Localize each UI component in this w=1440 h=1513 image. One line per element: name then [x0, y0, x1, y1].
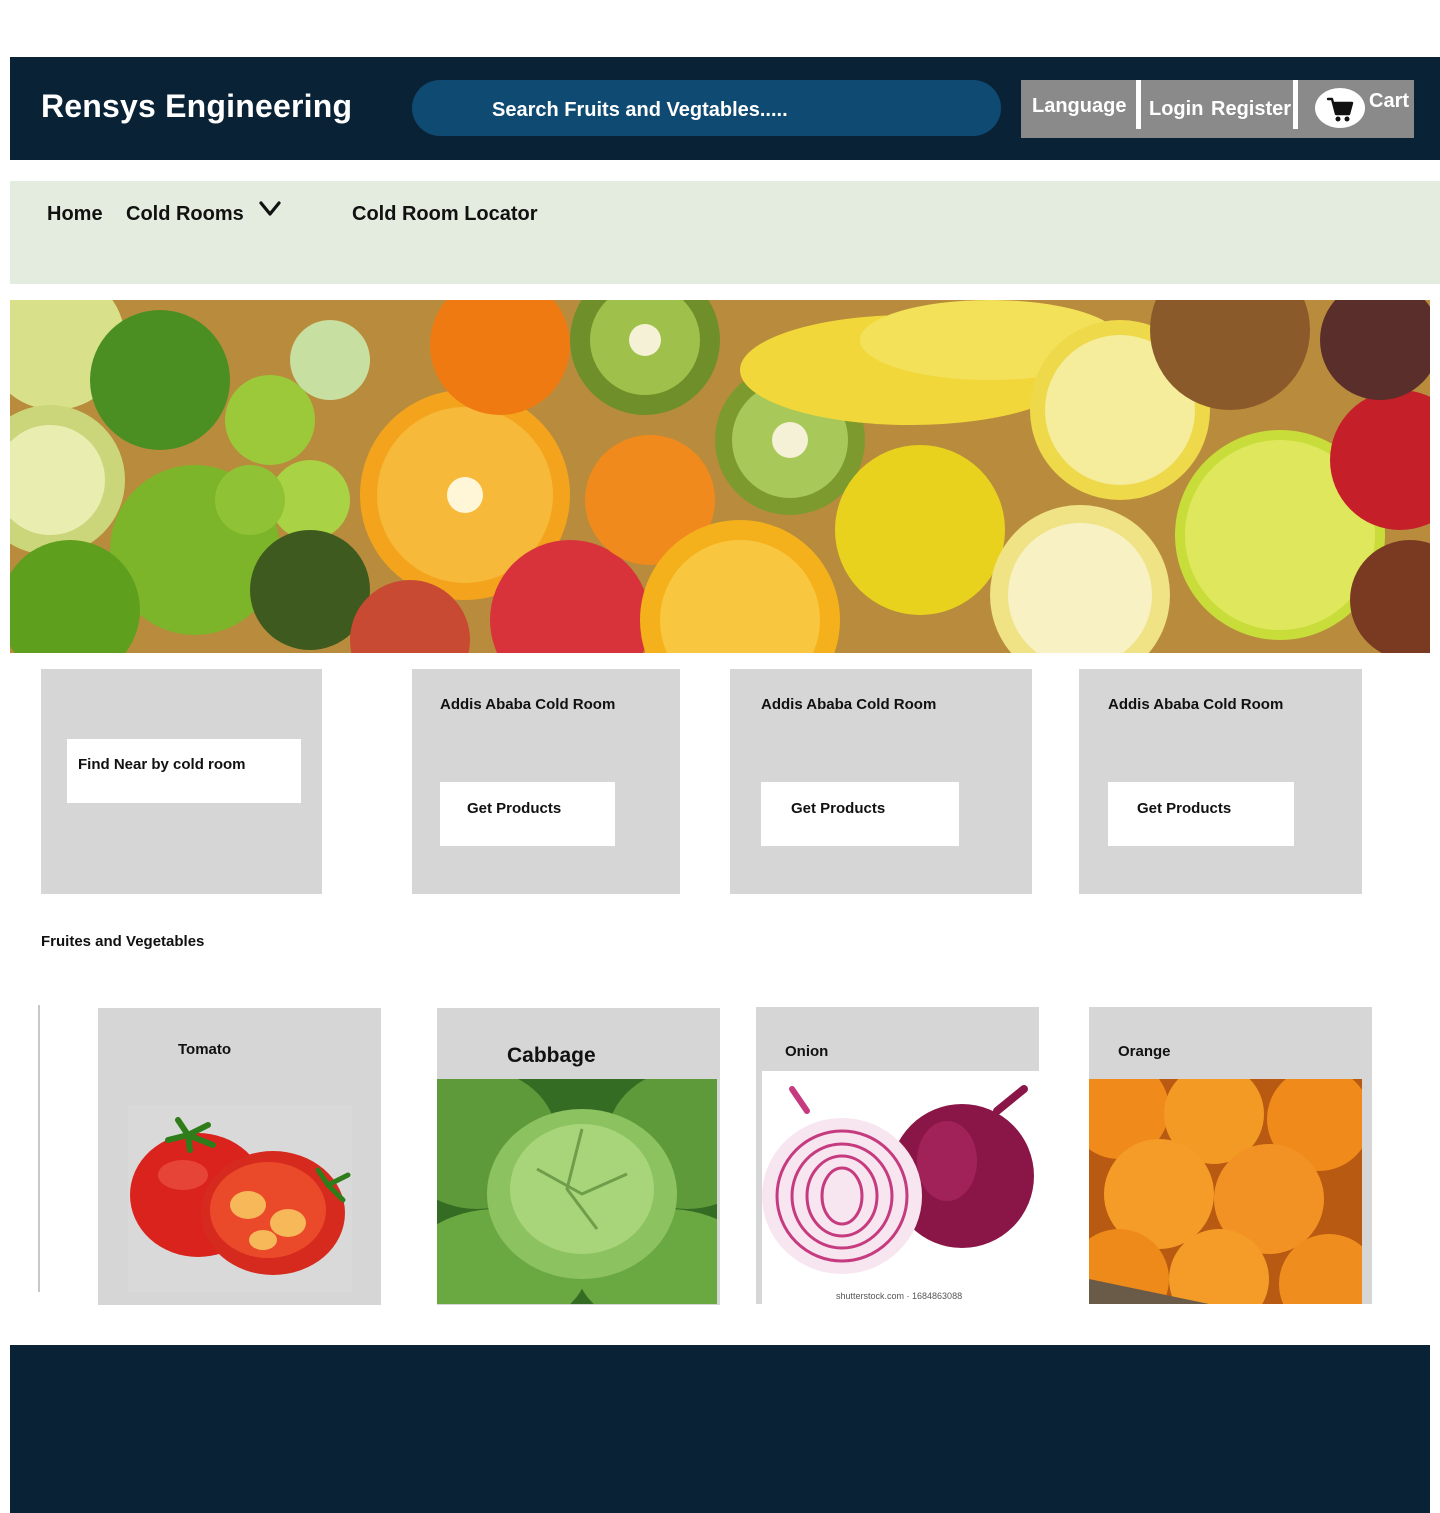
image-watermark: shutterstock.com · 1684863088	[836, 1291, 963, 1301]
cold-room-title: Addis Ababa Cold Room	[440, 696, 616, 713]
find-near-cold-room-label: Find Near by cold room	[78, 756, 246, 773]
cold-room-title: Addis Ababa Cold Room	[1108, 696, 1284, 713]
nav-home[interactable]: Home	[47, 203, 103, 226]
onion-icon	[762, 1085, 1034, 1274]
tomato-icon	[130, 1117, 351, 1275]
hero-fruits-banner	[10, 300, 1430, 653]
language-button[interactable]: Language	[1032, 95, 1126, 118]
register-link[interactable]: Register	[1211, 98, 1291, 121]
brand-logo-text[interactable]: Rensys Engineering	[41, 88, 352, 125]
orange-icon	[1089, 1079, 1362, 1304]
fruits-illustration	[10, 300, 1430, 653]
divider	[38, 1005, 40, 1292]
onion-image	[762, 1071, 1039, 1304]
nav-cold-room-locator[interactable]: Cold Room Locator	[352, 203, 538, 226]
orange-image	[1089, 1079, 1362, 1304]
divider	[1293, 80, 1298, 129]
cold-room-title: Addis Ababa Cold Room	[761, 696, 937, 713]
divider	[1136, 80, 1141, 129]
chevron-down-icon[interactable]	[258, 200, 282, 218]
product-name: Onion	[785, 1043, 829, 1060]
nav-cold-rooms[interactable]: Cold Rooms	[126, 203, 244, 226]
product-name: Orange	[1118, 1043, 1171, 1060]
get-products-label: Get Products	[791, 800, 886, 817]
cart-button[interactable]	[1315, 88, 1365, 128]
cart-icon	[1326, 97, 1354, 122]
product-name: Cabbage	[507, 1044, 596, 1067]
cabbage-image	[437, 1079, 717, 1304]
tomato-image	[128, 1105, 352, 1292]
get-products-label: Get Products	[467, 800, 562, 817]
get-products-label: Get Products	[1137, 800, 1232, 817]
search-input-placeholder[interactable]: Search Fruits and Vegtables.....	[492, 99, 788, 122]
cabbage-icon	[437, 1079, 717, 1304]
cart-label[interactable]: Cart	[1369, 90, 1409, 113]
product-name: Tomato	[178, 1041, 232, 1058]
main-nav	[10, 181, 1440, 284]
section-title: Fruites and Vegetables	[41, 933, 205, 950]
site-footer	[10, 1345, 1430, 1513]
login-link[interactable]: Login	[1149, 98, 1203, 121]
